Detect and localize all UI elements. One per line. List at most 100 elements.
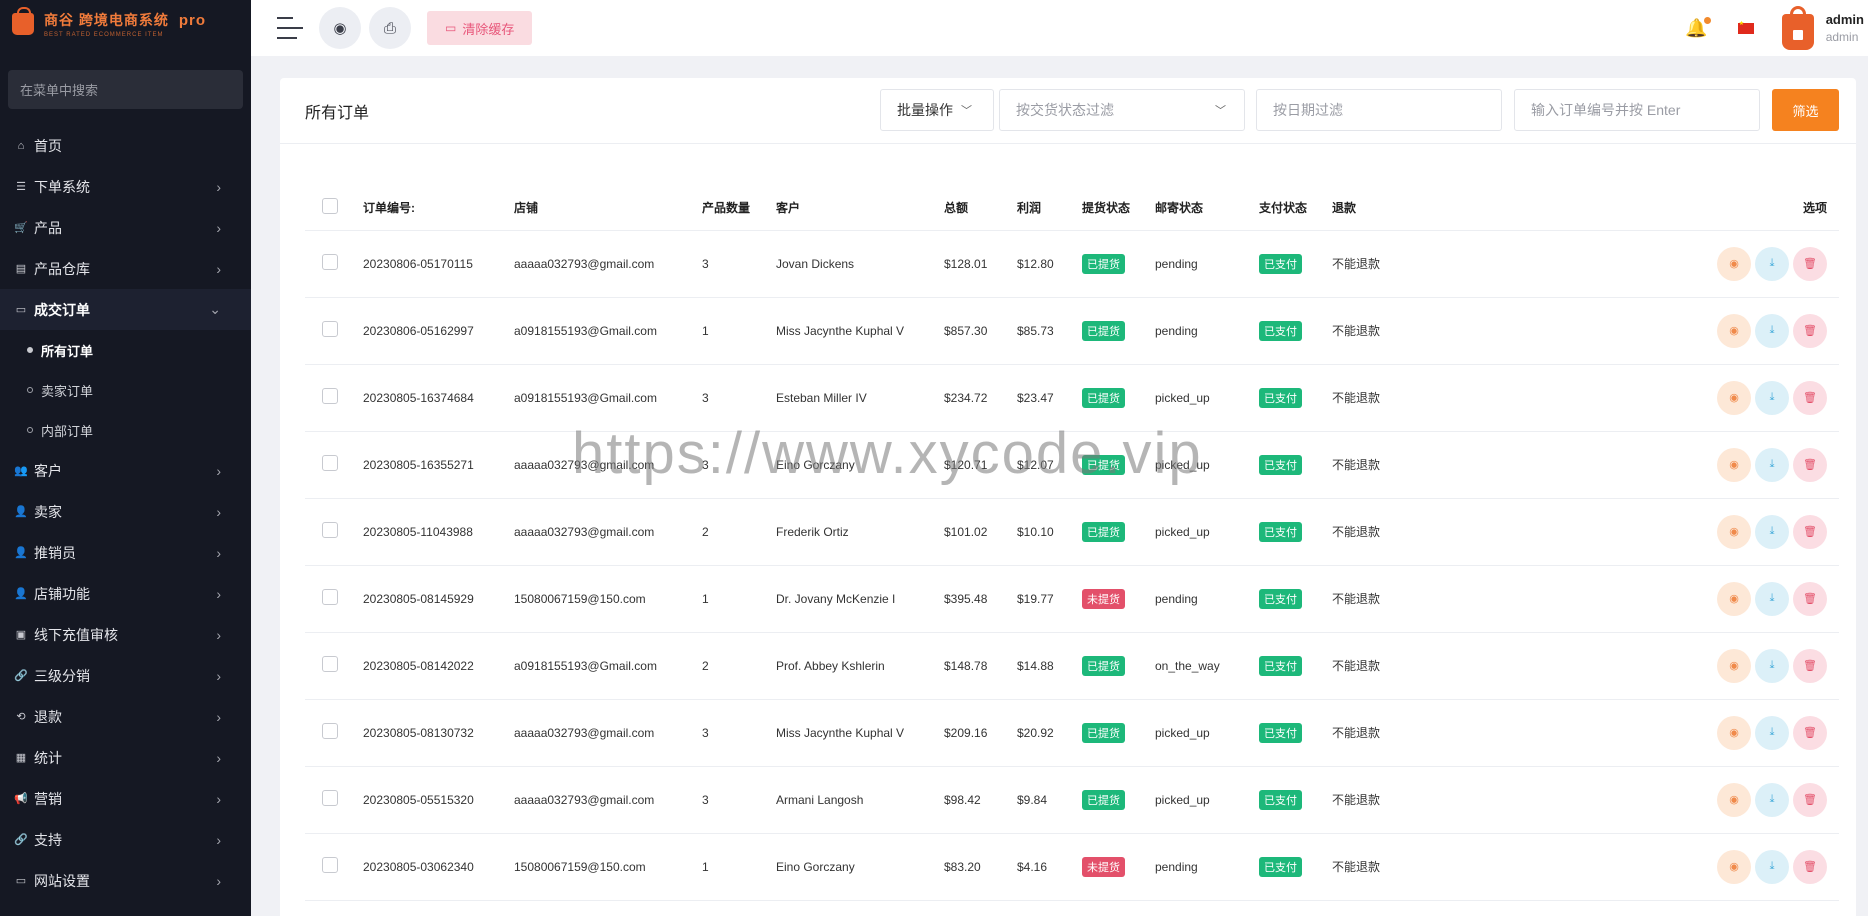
order-total: $148.78: [944, 632, 1017, 700]
delivery-status-filter[interactable]: 按交货状态过滤 ﹀: [999, 89, 1245, 131]
sidebar-item-list[interactable]: ☰ 下单系统 ›: [0, 166, 251, 207]
sidebar-item-warehouse[interactable]: ▤ 产品仓库 ›: [0, 248, 251, 289]
sidebar-item-link[interactable]: 🔗 三级分销 ›: [0, 655, 251, 696]
download-icon: ⤓: [1769, 324, 1775, 336]
print-button[interactable]: ⎙: [369, 7, 411, 49]
pay-status-badge: 已支付: [1259, 588, 1302, 609]
delete-button[interactable]: 🗑: [1793, 581, 1827, 616]
batch-actions-dropdown[interactable]: 批量操作 ﹀: [880, 89, 994, 131]
delete-button[interactable]: 🗑: [1793, 380, 1827, 415]
delete-button[interactable]: 🗑: [1793, 782, 1827, 817]
row-checkbox[interactable]: [322, 254, 338, 270]
sidebar-subitem-1[interactable]: 卖家订单: [0, 370, 251, 410]
dot-icon: [27, 427, 33, 433]
order-total: $209.16: [944, 699, 1017, 767]
row-checkbox[interactable]: [322, 656, 338, 672]
brand-pro: pro: [178, 12, 207, 29]
sidebar-item-order[interactable]: ▭ 成交订单 ⌄: [0, 289, 251, 330]
table-row: 20230805-08145929 15080067159@150.com 1 Dr.…: [305, 565, 1839, 633]
download-button[interactable]: ⤓: [1755, 447, 1789, 482]
download-icon: ⤓: [1769, 860, 1775, 872]
brand-logo[interactable]: 商谷 跨境电商系统 pro BEST RATED ECOMMERCE ITEM: [0, 0, 251, 48]
delete-button[interactable]: 🗑: [1793, 313, 1827, 348]
sidebar-subitem-2[interactable]: 内部订单: [0, 410, 251, 450]
download-button[interactable]: ⤓: [1755, 648, 1789, 683]
view-button[interactable]: ◉: [1717, 313, 1751, 348]
sidebar-item-home[interactable]: ⌂ 首页: [0, 125, 251, 166]
row-checkbox[interactable]: [322, 388, 338, 404]
date-filter-input[interactable]: 按日期过滤: [1256, 89, 1502, 131]
download-icon: ⤓: [1769, 391, 1775, 403]
delete-button[interactable]: 🗑: [1793, 648, 1827, 683]
mail-status: picked_up: [1155, 766, 1259, 834]
order-profit: $10.10: [1017, 498, 1082, 566]
sidebar-subitem-0[interactable]: 所有订单: [0, 330, 251, 370]
notification-bell-icon[interactable]: 🔔: [1685, 16, 1711, 39]
download-icon: ⤓: [1769, 726, 1775, 738]
delete-button[interactable]: 🗑: [1793, 715, 1827, 750]
chevron-down-icon: ⌄: [209, 301, 221, 317]
menu-search-input[interactable]: 在菜单中搜索: [8, 70, 243, 109]
row-checkbox[interactable]: [322, 589, 338, 605]
view-button[interactable]: ◉: [1717, 849, 1751, 884]
order-profit: $23.47: [1017, 364, 1082, 432]
sidebar-item-recharge[interactable]: ▣ 线下充值审核 ›: [0, 614, 251, 655]
avatar[interactable]: [1781, 6, 1814, 50]
delete-button[interactable]: 🗑: [1793, 246, 1827, 281]
user-info[interactable]: admin admin: [1826, 12, 1864, 44]
select-all-checkbox[interactable]: [322, 198, 338, 215]
view-button[interactable]: ◉: [1717, 715, 1751, 750]
pickup-status-badge: 已提货: [1082, 521, 1125, 542]
download-icon: ⤓: [1769, 659, 1775, 671]
sidebar-item-salesman[interactable]: 👤 推销员 ›: [0, 532, 251, 573]
order-total: $128.01: [944, 230, 1017, 298]
download-button[interactable]: ⤓: [1755, 849, 1789, 884]
download-button[interactable]: ⤓: [1755, 581, 1789, 616]
sidebar-item-customers[interactable]: 👥 客户 ›: [0, 450, 251, 491]
download-button[interactable]: ⤓: [1755, 514, 1789, 549]
view-button[interactable]: ◉: [1717, 514, 1751, 549]
col-mail-status: 邮寄状态: [1155, 186, 1259, 231]
sidebar-item-settings[interactable]: ▭ 网站设置 ›: [0, 860, 251, 901]
row-checkbox[interactable]: [322, 522, 338, 538]
row-checkbox[interactable]: [322, 723, 338, 739]
view-button[interactable]: ◉: [1717, 447, 1751, 482]
trash-icon: 🗑: [1803, 593, 1817, 605]
view-button[interactable]: ◉: [1717, 581, 1751, 616]
order-profit: $85.73: [1017, 297, 1082, 365]
sidebar-item-seller[interactable]: 👤 卖家 ›: [0, 491, 251, 532]
download-button[interactable]: ⤓: [1755, 246, 1789, 281]
sidebar-item-support[interactable]: 🔗 支持 ›: [0, 819, 251, 860]
delete-button[interactable]: 🗑: [1793, 849, 1827, 884]
filter-button[interactable]: 筛选: [1772, 89, 1839, 131]
row-checkbox[interactable]: [322, 790, 338, 806]
sidebar-item-stats[interactable]: ▦ 统计 ›: [0, 737, 251, 778]
eye-icon: ◉: [1729, 258, 1739, 270]
view-button[interactable]: ◉: [1717, 648, 1751, 683]
download-button[interactable]: ⤓: [1755, 380, 1789, 415]
sidebar-item-refund[interactable]: ⟲ 退款 ›: [0, 696, 251, 737]
row-checkbox[interactable]: [322, 455, 338, 471]
china-flag-icon[interactable]: [1737, 20, 1754, 34]
delete-button[interactable]: 🗑: [1793, 447, 1827, 482]
hamburger-menu-icon[interactable]: [277, 17, 303, 39]
row-checkbox[interactable]: [322, 857, 338, 873]
row-checkbox[interactable]: [322, 321, 338, 337]
product-qty: 3: [702, 699, 776, 767]
sidebar-item-shop[interactable]: 👤 店铺功能 ›: [0, 573, 251, 614]
view-button[interactable]: ◉: [1717, 782, 1751, 817]
globe-button[interactable]: ◉: [319, 7, 361, 49]
view-button[interactable]: ◉: [1717, 380, 1751, 415]
view-button[interactable]: ◉: [1717, 246, 1751, 281]
col-order-id: 订单编号:: [363, 186, 514, 231]
sidebar-item-cart[interactable]: 🛒 产品 ›: [0, 207, 251, 248]
download-button[interactable]: ⤓: [1755, 715, 1789, 750]
delete-button[interactable]: 🗑: [1793, 514, 1827, 549]
download-button[interactable]: ⤓: [1755, 313, 1789, 348]
order-total: $234.72: [944, 364, 1017, 432]
sidebar-item-marketing[interactable]: 📢 营销 ›: [0, 778, 251, 819]
order-number-search-input[interactable]: 输入订单编号并按 Enter: [1514, 89, 1760, 131]
seller-icon: 👤: [14, 506, 28, 518]
clear-cache-button[interactable]: ▭ 清除缓存: [427, 11, 533, 45]
download-button[interactable]: ⤓: [1755, 782, 1789, 817]
